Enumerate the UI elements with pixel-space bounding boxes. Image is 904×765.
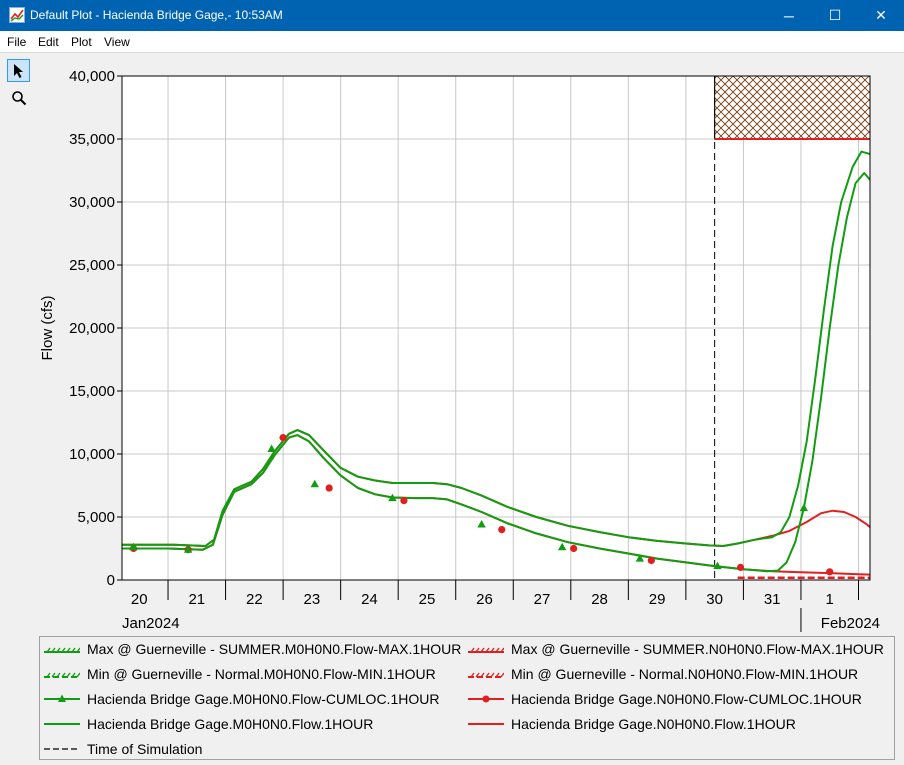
y-tick-label: 25,000 bbox=[69, 257, 115, 274]
plot-window: Default Plot - Hacienda Bridge Gage,- 10… bbox=[0, 0, 904, 765]
x-month-label: Feb2024 bbox=[821, 615, 880, 632]
x-tick-label: 31 bbox=[764, 591, 781, 608]
arrow-pointer-icon bbox=[14, 63, 23, 78]
legend-swatch bbox=[44, 647, 80, 653]
circle-marker bbox=[400, 497, 408, 505]
legend-label: Max @ Guerneville - SUMMER.N0H0N0.Flow-M… bbox=[511, 641, 884, 657]
y-tick-label: 10,000 bbox=[69, 446, 115, 463]
x-tick-label: 23 bbox=[304, 591, 321, 608]
legend-item: Min @ Guerneville - Normal.N0H0N0.Flow-M… bbox=[468, 664, 858, 684]
legend-swatch bbox=[44, 723, 80, 725]
max-flow-band bbox=[714, 76, 870, 140]
circle-marker bbox=[736, 563, 745, 571]
flow-chart[interactable]: 0 5,000 10,000 15,000 20,000 25,000 30,000 35,0… bbox=[37, 60, 895, 635]
circle-marker bbox=[647, 556, 655, 565]
y-tick-label: 0 bbox=[107, 572, 115, 589]
maximize-button[interactable]: ☐ bbox=[812, 0, 858, 31]
legend-item: Max @ Guerneville - SUMMER.N0H0N0.Flow-M… bbox=[468, 639, 884, 659]
legend-label: Min @ Guerneville - Normal.M0H0N0.Flow-M… bbox=[87, 666, 436, 682]
legend-item: Min @ Guerneville - Normal.M0H0N0.Flow-M… bbox=[44, 664, 436, 684]
legend-item: Hacienda Bridge Gage.M0H0N0.Flow.1HOUR bbox=[44, 714, 373, 734]
y-tick-label: 35,000 bbox=[69, 131, 115, 148]
legend-label: Time of Simulation bbox=[87, 741, 203, 757]
maximize-icon: ☐ bbox=[828, 7, 842, 23]
plot-area[interactable]: 0 5,000 10,000 15,000 20,000 25,000 30,000 35,0… bbox=[37, 60, 895, 640]
circle-marker bbox=[279, 434, 287, 442]
x-tick-label: 22 bbox=[246, 591, 263, 608]
x-tick-label: 27 bbox=[534, 591, 551, 608]
legend-swatch bbox=[44, 694, 80, 702]
circle-marker bbox=[498, 526, 506, 534]
x-tick-label: 28 bbox=[591, 591, 608, 608]
menu-plot[interactable]: Plot bbox=[71, 35, 92, 49]
legend-label: Hacienda Bridge Gage.M0H0N0.Flow.1HOUR bbox=[87, 716, 374, 732]
y-tick-label: 40,000 bbox=[69, 68, 115, 85]
y-tick-label: 5,000 bbox=[77, 509, 115, 526]
legend-item: Time of Simulation bbox=[44, 739, 202, 759]
x-tick-label: 26 bbox=[476, 591, 493, 608]
x-tick-label: 29 bbox=[649, 591, 666, 608]
x-tick-label: 20 bbox=[131, 591, 148, 608]
circle-marker bbox=[325, 484, 333, 492]
minimize-button[interactable]: ─ bbox=[766, 0, 812, 31]
legend-item: Hacienda Bridge Gage.M0H0N0.Flow-CUMLOC.… bbox=[44, 689, 439, 709]
x-tick-label: 30 bbox=[706, 591, 723, 608]
legend-label: Hacienda Bridge Gage.M0H0N0.Flow-CUMLOC.… bbox=[87, 691, 440, 707]
x-month-label: Jan2024 bbox=[122, 615, 180, 632]
menu-bar: File Edit Plot View bbox=[0, 31, 904, 53]
legend-swatch bbox=[468, 647, 504, 653]
x-tick-label: 21 bbox=[188, 591, 205, 608]
x-tick-label: 24 bbox=[361, 591, 378, 608]
x-tick-label: 25 bbox=[419, 591, 436, 608]
legend-swatch bbox=[468, 695, 504, 703]
legend: Max @ Guerneville - SUMMER.M0H0N0.Flow-M… bbox=[39, 636, 895, 760]
legend-swatch bbox=[468, 672, 504, 678]
legend-swatch bbox=[44, 748, 80, 750]
title-bar[interactable]: Default Plot - Hacienda Bridge Gage,- 10… bbox=[0, 0, 904, 31]
legend-swatch bbox=[44, 672, 80, 678]
circle-marker bbox=[570, 544, 578, 553]
app-icon bbox=[9, 7, 25, 23]
legend-item: Hacienda Bridge Gage.N0H0N0.Flow-CUMLOC.… bbox=[468, 689, 862, 709]
y-tick-label: 15,000 bbox=[69, 383, 115, 400]
x-tick-label: 1 bbox=[826, 591, 834, 608]
magnifier-icon bbox=[11, 90, 26, 105]
legend-label: Hacienda Bridge Gage.N0H0N0.Flow-CUMLOC.… bbox=[511, 691, 862, 707]
legend-label: Min @ Guerneville - Normal.N0H0N0.Flow-M… bbox=[511, 666, 859, 682]
window-title: Default Plot - Hacienda Bridge Gage,- 10… bbox=[30, 8, 283, 22]
legend-label: Hacienda Bridge Gage.N0H0N0.Flow.1HOUR bbox=[511, 716, 796, 732]
circle-marker bbox=[826, 568, 834, 576]
menu-file[interactable]: File bbox=[7, 35, 26, 49]
legend-item: Hacienda Bridge Gage.N0H0N0.Flow.1HOUR bbox=[468, 714, 796, 734]
legend-label: Max @ Guerneville - SUMMER.M0H0N0.Flow-M… bbox=[87, 641, 462, 657]
zoom-tool-button[interactable] bbox=[7, 86, 30, 109]
menu-view[interactable]: View bbox=[104, 35, 130, 49]
minimize-icon: ─ bbox=[784, 7, 794, 24]
legend-swatch bbox=[468, 723, 504, 725]
close-button[interactable]: ✕ bbox=[858, 0, 904, 31]
y-tick-label: 30,000 bbox=[69, 194, 115, 211]
menu-edit[interactable]: Edit bbox=[38, 35, 59, 49]
legend-item: Max @ Guerneville - SUMMER.M0H0N0.Flow-M… bbox=[44, 639, 461, 659]
y-tick-label: 20,000 bbox=[69, 320, 115, 337]
close-icon: ✕ bbox=[875, 7, 887, 23]
pointer-tool-button[interactable] bbox=[7, 59, 30, 82]
triangle-marker bbox=[874, 204, 882, 212]
y-axis-title: Flow (cfs) bbox=[39, 296, 56, 361]
